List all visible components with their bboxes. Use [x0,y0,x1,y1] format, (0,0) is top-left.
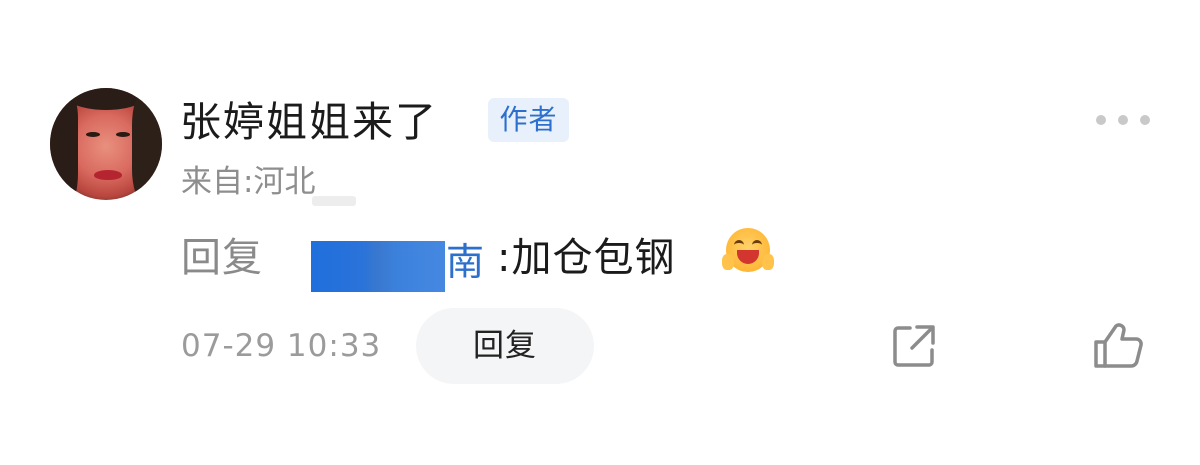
like-button[interactable] [1092,320,1144,370]
avatar-hair-left [50,96,78,200]
more-dots-icon [1140,115,1150,125]
emoji-eye-left [734,240,744,250]
avatar-eye-right [116,132,130,137]
divider-artifact [312,196,356,206]
avatar-hair-right [132,92,162,200]
reply-prefix: 回复 [181,235,263,281]
comment-item: 张婷姐姐来了 作者 来自:河北 回复 南 :加仓包钢 07-29 10:33 回… [0,0,1200,465]
more-dots-icon [1118,115,1128,125]
reply-target-username-tail[interactable]: 南 [446,242,486,282]
avatar-eye-left [86,132,100,137]
share-button[interactable] [890,322,938,370]
author-badge: 作者 [488,98,569,142]
emoji-eye-right [752,240,762,250]
thumbs-up-icon [1094,323,1143,368]
avatar[interactable] [50,88,162,200]
emoji-mouth [737,250,759,264]
reply-target-username-redacted[interactable] [311,241,445,292]
emoji-hand-left [722,254,734,270]
more-options-button[interactable] [1096,108,1150,132]
more-dots-icon [1096,115,1106,125]
reply-content: :加仓包钢 [497,235,676,281]
emoji-hand-right [762,254,774,270]
laughing-emoji-icon [722,228,774,272]
reply-button[interactable]: 回复 [416,308,594,384]
avatar-mouth [94,170,122,180]
location-label: 来自:河北 [181,164,316,200]
username[interactable]: 张婷姐姐来了 [180,94,438,150]
share-icon [893,325,935,367]
timestamp: 07-29 10:33 [181,328,382,364]
